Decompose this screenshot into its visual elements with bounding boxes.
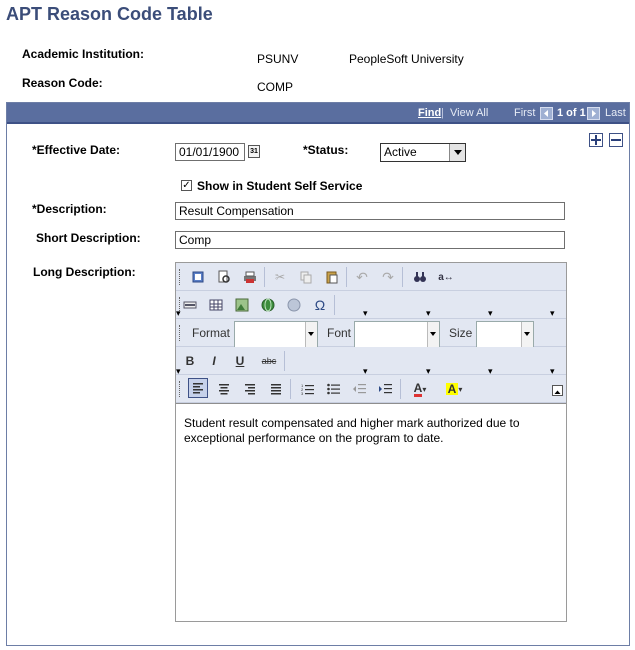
- editor-content[interactable]: Student result compensated and higher ma…: [176, 403, 566, 621]
- size-label: Size: [449, 326, 473, 340]
- institution-label: Academic Institution:: [22, 47, 145, 61]
- last-label[interactable]: Last: [605, 107, 626, 119]
- print-icon[interactable]: [242, 269, 258, 285]
- special-char-icon[interactable]: Ω: [312, 297, 328, 313]
- collapse-toolbar-icon[interactable]: [552, 385, 563, 396]
- calendar-icon[interactable]: 31: [248, 145, 260, 158]
- long-description-label: Long Description:: [33, 265, 136, 279]
- redo-icon[interactable]: ↷: [380, 269, 396, 285]
- align-center-icon[interactable]: [216, 381, 232, 397]
- strikethrough-button[interactable]: abc: [258, 353, 280, 369]
- toolbar-grip: [179, 381, 182, 397]
- font-label: Font: [327, 326, 352, 340]
- find-link[interactable]: Find: [418, 107, 441, 119]
- table-icon[interactable]: [208, 297, 224, 313]
- reason-code-label: Reason Code:: [22, 76, 103, 90]
- status-selected: Active: [384, 145, 417, 159]
- justify-icon[interactable]: [268, 381, 284, 397]
- chevron-down-icon: [449, 144, 465, 161]
- indent-icon[interactable]: [378, 381, 394, 397]
- self-service-checkbox[interactable]: ✓: [181, 180, 192, 191]
- unlink-icon[interactable]: [286, 297, 302, 313]
- copy-icon[interactable]: [298, 269, 314, 285]
- effective-date-label: *Effective Date:: [32, 143, 121, 157]
- underline-button[interactable]: U: [232, 353, 248, 369]
- find-icon[interactable]: [412, 269, 428, 285]
- editor-toolbar-row-4: B I U abc ▾ ▾ ▾ ▾ ▾: [176, 347, 566, 376]
- bold-button[interactable]: B: [182, 353, 198, 369]
- replace-icon[interactable]: a↔: [438, 269, 454, 285]
- self-service-label: Show in Student Self Service: [197, 179, 363, 193]
- reason-code-value: COMP: [257, 80, 293, 94]
- row-count: 1 of 1: [557, 107, 586, 119]
- editor-toolbar-row-5: 123 A ▾ A ▾: [176, 375, 566, 403]
- text-color-icon[interactable]: A ▾: [408, 381, 432, 397]
- italic-button[interactable]: I: [206, 353, 222, 369]
- institution-code: PSUNV: [257, 52, 299, 66]
- prev-arrow-icon[interactable]: [540, 107, 553, 120]
- numbered-list-icon[interactable]: 123: [300, 381, 316, 397]
- effective-date-input[interactable]: 01/01/1900: [175, 143, 245, 161]
- rich-text-editor: ✂ ↶ ↷ a↔ Ω ▾ ▾ ▾ ▾ ▾ Format Font Size B …: [175, 262, 567, 622]
- paste-icon[interactable]: [324, 269, 340, 285]
- editor-toolbar-row-1: ✂ ↶ ↷ a↔: [176, 263, 566, 291]
- align-right-icon[interactable]: [242, 381, 258, 397]
- link-icon[interactable]: [260, 297, 276, 313]
- add-row-button[interactable]: [589, 133, 603, 147]
- cut-icon[interactable]: ✂: [272, 269, 288, 285]
- description-label: *Description:: [32, 202, 107, 216]
- svg-text:3: 3: [301, 391, 304, 395]
- institution-name: PeopleSoft University: [349, 52, 464, 66]
- short-description-input[interactable]: Comp: [175, 231, 565, 249]
- next-arrow-icon[interactable]: [587, 107, 600, 120]
- status-select[interactable]: Active: [380, 143, 466, 162]
- delete-row-button[interactable]: [609, 133, 623, 147]
- outdent-icon[interactable]: [352, 381, 368, 397]
- horizontal-rule-icon[interactable]: [182, 297, 198, 313]
- short-description-label: Short Description:: [36, 231, 141, 245]
- first-label[interactable]: First: [514, 107, 535, 119]
- undo-icon[interactable]: ↶: [354, 269, 370, 285]
- description-input[interactable]: Result Compensation: [175, 202, 565, 220]
- image-icon[interactable]: [234, 297, 250, 313]
- toolbar-grip: [179, 269, 182, 285]
- page-title: APT Reason Code Table: [6, 4, 213, 24]
- format-label: Format: [192, 326, 231, 340]
- panel-nav-bar: Find | View All First 1 of 1 Last: [7, 103, 629, 124]
- align-left-icon[interactable]: [188, 378, 208, 398]
- toolbar-grip: [179, 325, 182, 341]
- bulleted-list-icon[interactable]: [326, 381, 342, 397]
- preview-icon[interactable]: [216, 269, 232, 285]
- view-all-link[interactable]: View All: [450, 107, 488, 119]
- status-label: *Status:: [303, 143, 349, 157]
- editor-toolbar-row-2: Ω ▾ ▾ ▾ ▾ ▾: [176, 291, 566, 319]
- maximize-icon[interactable]: [190, 269, 206, 285]
- background-color-icon[interactable]: A ▾: [442, 381, 466, 397]
- editor-toolbar-row-3: Format Font Size: [176, 319, 566, 351]
